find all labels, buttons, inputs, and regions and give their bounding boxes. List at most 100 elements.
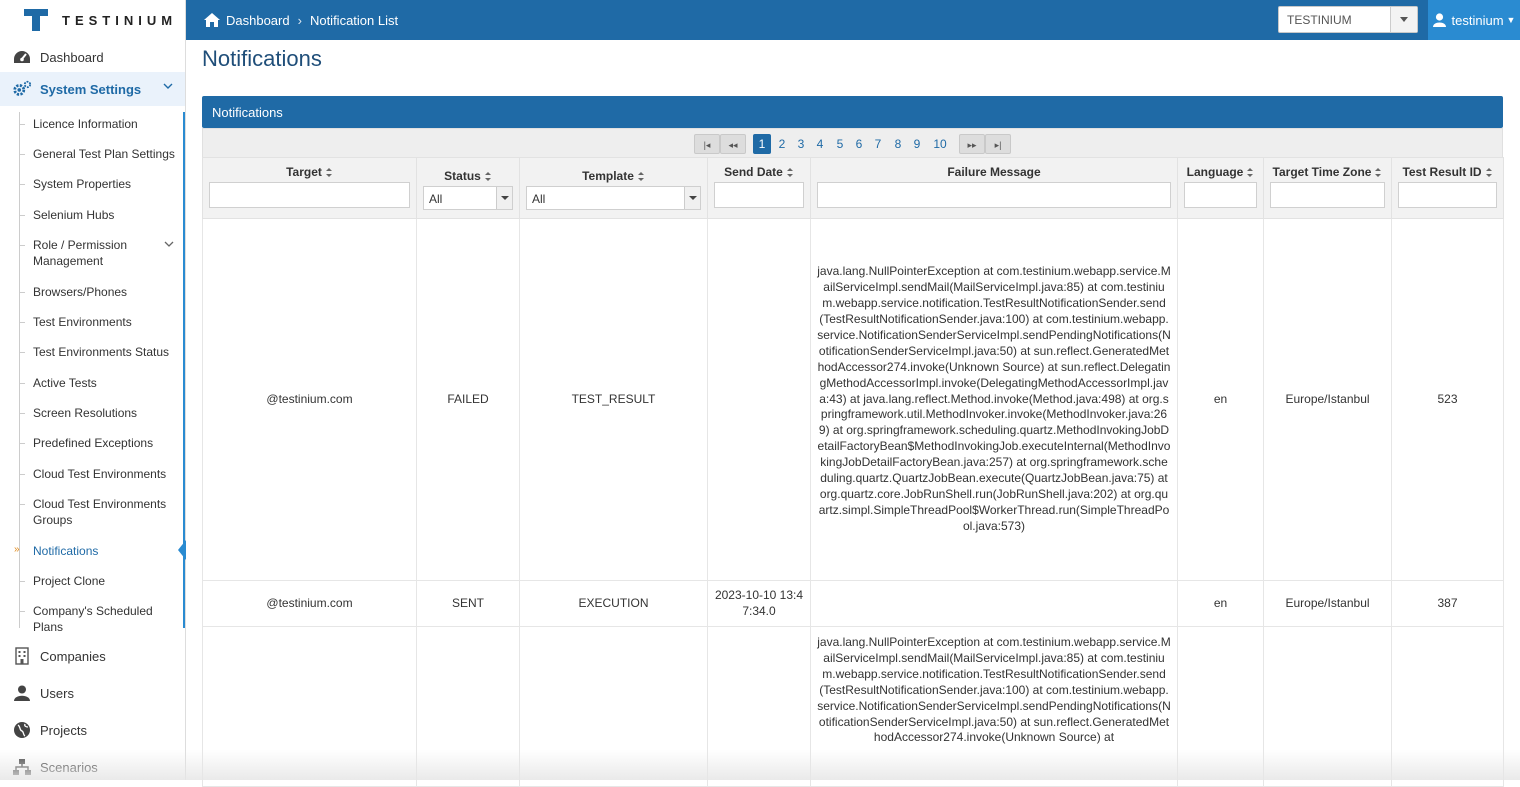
logo-mark-icon	[24, 8, 48, 32]
chevron-down-icon[interactable]	[1390, 7, 1417, 32]
submenu-item-label: Notifications	[33, 544, 99, 558]
building-icon	[12, 646, 32, 666]
cell-send-date	[707, 626, 811, 787]
column-template[interactable]: Template All	[519, 157, 708, 219]
submenu-item-label: Company's Scheduled Plans	[33, 604, 153, 634]
test-result-id-filter-input[interactable]	[1398, 182, 1497, 208]
submenu-item-active-tests[interactable]: Active Tests	[19, 375, 183, 391]
logo-text: TESTINIUM	[62, 12, 178, 28]
user-menu-label: testinium	[1451, 12, 1504, 28]
breadcrumb-dashboard-link[interactable]: Dashboard	[226, 13, 290, 28]
submenu-item-label: System Properties	[33, 177, 132, 191]
cell-test-result-id: 523	[1391, 218, 1504, 581]
sidebar: Dashboard System Settings Licence Inform…	[0, 40, 186, 780]
sidebar-item-label: Dashboard	[40, 49, 104, 65]
send-date-filter-input[interactable]	[714, 182, 804, 208]
submenu-item-general-test-plan-settings[interactable]: General Test Plan Settings	[19, 146, 183, 162]
sidebar-item-dashboard[interactable]: Dashboard	[0, 40, 185, 74]
sort-icon[interactable]	[484, 172, 492, 182]
column-label: Target	[286, 165, 322, 179]
cell-test-result-id	[1391, 626, 1504, 787]
column-failure-message: Failure Message	[810, 157, 1178, 219]
page-2-button[interactable]: 2	[773, 134, 791, 154]
language-filter-input[interactable]	[1184, 182, 1257, 208]
page-7-button[interactable]: 7	[869, 134, 887, 154]
sidebar-item-users[interactable]: Users	[0, 675, 185, 711]
column-test-result-id[interactable]: Test Result ID	[1391, 157, 1504, 219]
column-send-date[interactable]: Send Date	[707, 157, 811, 219]
caret-down-icon: ▼	[1506, 15, 1516, 25]
submenu-item-label: Predefined Exceptions	[33, 436, 154, 450]
sort-icon[interactable]	[786, 168, 794, 178]
sort-icon[interactable]	[1247, 168, 1254, 178]
user-menu-button[interactable]: testinium ▼	[1428, 0, 1520, 40]
table-row: @testinium.com SENT EXECUTION 2023-10-10…	[202, 580, 1504, 627]
column-target-time-zone[interactable]: Target Time Zone	[1263, 157, 1392, 219]
page-8-button[interactable]: 8	[889, 134, 907, 154]
cell-send-date: 2023-10-10 13:47:34.0	[707, 580, 811, 627]
sort-icon[interactable]	[325, 168, 333, 178]
submenu-item-notifications[interactable]: Notifications	[33, 543, 183, 559]
sidebar-item-system-settings[interactable]: System Settings	[0, 72, 185, 106]
column-target[interactable]: Target	[202, 157, 417, 219]
submenu-item-system-properties[interactable]: System Properties	[19, 176, 183, 192]
cell-status: SENT	[416, 580, 520, 627]
page-6-button[interactable]: 6	[850, 134, 868, 154]
last-page-button[interactable]: ▸|	[985, 134, 1011, 154]
chevron-down-icon	[496, 187, 512, 209]
cell-time-zone: Europe/Istanbul	[1263, 580, 1392, 627]
first-page-button[interactable]: |◂	[694, 134, 720, 154]
page-3-button[interactable]: 3	[792, 134, 810, 154]
cell-time-zone: Europe/Istanbul	[1263, 218, 1392, 581]
submenu-item-role-permission-management[interactable]: Role / Permission Management	[19, 237, 143, 269]
organization-select[interactable]: TESTINIUM	[1278, 6, 1418, 33]
sitemap-icon	[12, 757, 32, 777]
column-language[interactable]: Language	[1177, 157, 1264, 219]
submenu-item-project-clone[interactable]: Project Clone	[19, 573, 183, 589]
page-5-button[interactable]: 5	[831, 134, 849, 154]
previous-page-button[interactable]: ◂◂	[720, 134, 746, 154]
submenu-item-selenium-hubs[interactable]: Selenium Hubs	[19, 207, 183, 223]
submenu-item-companys-scheduled-plans[interactable]: Company's Scheduled Plans	[19, 603, 183, 635]
failure-message-filter-input[interactable]	[817, 182, 1171, 208]
status-filter-select[interactable]: All	[423, 186, 513, 210]
cell-failure-message: java.lang.NullPointerException at com.te…	[810, 626, 1178, 787]
sort-icon[interactable]	[1375, 168, 1382, 178]
submenu-item-label: Browsers/Phones	[33, 285, 128, 299]
page-10-button[interactable]: 10	[928, 134, 952, 154]
column-status[interactable]: Status All	[416, 157, 520, 219]
submenu-item-cloud-test-environments-groups[interactable]: Cloud Test Environments Groups	[19, 496, 173, 528]
page-4-button[interactable]: 4	[811, 134, 829, 154]
sidebar-item-companies[interactable]: Companies	[0, 638, 185, 674]
submenu-item-test-environments-status[interactable]: Test Environments Status	[19, 344, 183, 360]
cell-test-result-id: 387	[1391, 580, 1504, 627]
chevron-down-icon[interactable]	[164, 240, 174, 248]
cell-target: @testinium.com	[202, 580, 417, 627]
cell-status	[416, 626, 520, 787]
submenu-item-predefined-exceptions[interactable]: Predefined Exceptions	[19, 435, 183, 451]
sidebar-item-projects[interactable]: Projects	[0, 712, 185, 748]
top-bar: TESTINIUM Dashboard › Notification List …	[0, 0, 1520, 40]
cell-language: en	[1177, 580, 1264, 627]
sort-icon[interactable]	[1485, 168, 1493, 178]
submenu-item-label: Selenium Hubs	[33, 208, 115, 222]
submenu-item-browsers-phones[interactable]: Browsers/Phones	[19, 284, 183, 300]
cell-failure-message	[810, 580, 1178, 627]
submenu-item-label: Cloud Test Environments Groups	[33, 497, 167, 527]
sort-icon[interactable]	[637, 172, 645, 182]
sidebar-item-label: Companies	[40, 648, 106, 664]
submenu-item-licence-information[interactable]: Licence Information	[19, 116, 183, 132]
next-page-button[interactable]: ▸▸	[959, 134, 985, 154]
cell-language: en	[1177, 218, 1264, 581]
submenu-item-test-environments[interactable]: Test Environments	[19, 314, 183, 330]
cell-template: TEST_RESULT	[519, 218, 708, 581]
submenu-item-screen-resolutions[interactable]: Screen Resolutions	[19, 405, 183, 421]
template-filter-select[interactable]: All	[526, 186, 701, 210]
globe-icon	[12, 720, 32, 740]
app-logo[interactable]: TESTINIUM	[0, 0, 186, 40]
page-9-button[interactable]: 9	[908, 134, 926, 154]
submenu-item-cloud-test-environments[interactable]: Cloud Test Environments	[19, 466, 183, 482]
time-zone-filter-input[interactable]	[1270, 182, 1385, 208]
page-1-button[interactable]: 1	[753, 134, 771, 154]
target-filter-input[interactable]	[209, 182, 410, 208]
